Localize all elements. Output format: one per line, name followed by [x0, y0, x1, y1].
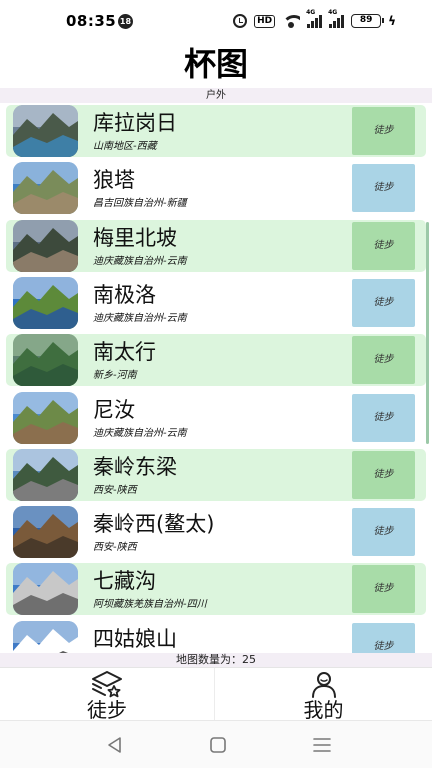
bottom-nav: 徒步 我的 — [0, 667, 432, 722]
hiking-tag-button[interactable]: 徒步 — [352, 222, 415, 270]
list-item[interactable]: 南太行新乡-河南 徒步 — [6, 334, 426, 386]
back-icon[interactable] — [104, 735, 126, 755]
wifi-icon — [282, 14, 301, 28]
hiking-tag-button[interactable]: 徒步 — [352, 623, 415, 653]
list-item[interactable]: 库拉岗日山南地区-西藏 徒步 — [6, 105, 426, 157]
list-item[interactable]: 七藏沟阿坝藏族羌族自治州-四川 徒步 — [6, 563, 426, 615]
map-region: 山南地区-西藏 — [93, 141, 157, 152]
layers-star-icon — [92, 671, 122, 698]
nav-tab-hiking-label: 徒步 — [87, 698, 127, 722]
map-thumbnail[interactable] — [13, 105, 78, 157]
map-name: 七藏沟 — [93, 569, 156, 593]
map-name: 秦岭西(鳌太) — [93, 512, 215, 536]
hiking-tag-button[interactable]: 徒步 — [352, 451, 415, 499]
list-item[interactable]: 四姑娘山 徒步 — [6, 621, 426, 653]
hiking-tag-button[interactable]: 徒步 — [352, 164, 415, 212]
nav-tab-profile-label: 我的 — [303, 698, 344, 722]
map-thumbnail[interactable] — [13, 621, 78, 653]
nav-tab-hiking[interactable]: 徒步 — [0, 668, 215, 722]
system-nav-bar — [0, 720, 432, 768]
charging-icon: ϟ — [388, 14, 396, 28]
map-thumbnail[interactable] — [13, 392, 78, 444]
signal-icon: 4G — [328, 9, 345, 28]
scrollbar[interactable] — [426, 222, 429, 444]
map-name: 梅里北坡 — [93, 226, 177, 250]
hiking-tag-button[interactable]: 徒步 — [352, 279, 415, 327]
network-type-label: 4G — [328, 8, 338, 16]
notification-badge: 18 — [118, 14, 133, 29]
map-region: 迪庆藏族自治州-云南 — [93, 313, 187, 324]
network-type-label: 4G — [306, 8, 316, 16]
status-time: 08:35 — [66, 12, 117, 30]
map-name: 四姑娘山 — [93, 627, 177, 651]
list-item[interactable]: 南极洛迪庆藏族自治州-云南 徒步 — [6, 277, 426, 329]
map-thumbnail[interactable] — [13, 563, 78, 615]
map-thumbnail[interactable] — [13, 277, 78, 329]
map-region: 阿坝藏族羌族自治州-四川 — [93, 599, 207, 610]
home-icon[interactable] — [207, 735, 229, 755]
list-item[interactable]: 秦岭西(鳌太) 西安-陕西 徒步 — [6, 506, 426, 558]
map-region: 西安-陕西 — [93, 485, 137, 496]
map-name: 南太行 — [93, 340, 156, 364]
map-count: 地图数量为：25 — [0, 653, 432, 667]
map-list[interactable]: 库拉岗日 山南地区-西藏 徒步 狼塔 昌吉回族自治州-新疆 徒步 梅里北坡 迪庆藏族自治州-云… — [6, 105, 426, 653]
hiking-tag-button[interactable]: 徒步 — [352, 107, 415, 155]
app-title: 杯图 — [183, 45, 248, 83]
hd-voice-icon: HD — [254, 14, 276, 28]
menu-icon[interactable] — [311, 735, 333, 755]
battery-icon: 89 — [351, 14, 385, 28]
signal-icon: 4G — [306, 9, 323, 28]
map-name: 库拉岗日 — [93, 111, 177, 135]
map-thumbnail[interactable] — [13, 220, 78, 272]
map-thumbnail[interactable] — [13, 162, 78, 214]
map-name: 秦岭东梁 — [93, 455, 177, 479]
nav-tab-profile[interactable]: 我的 — [216, 668, 431, 722]
map-region: 西安-陕西 — [93, 542, 137, 553]
map-region: 迪庆藏族自治州-云南 — [93, 428, 187, 439]
hiking-tag-button[interactable]: 徒步 — [352, 565, 415, 613]
alarm-icon — [233, 14, 248, 28]
map-thumbnail[interactable] — [13, 506, 78, 558]
hiking-tag-button[interactable]: 徒步 — [352, 394, 415, 442]
map-name: 狼塔 — [93, 168, 135, 192]
list-item[interactable]: 梅里北坡迪庆藏族自治州-云南 徒步 — [6, 220, 426, 272]
status-icons: HD 4G 4G 89 ϟ — [233, 9, 396, 30]
hiking-tag-button[interactable]: 徒步 — [352, 336, 415, 384]
map-region: 昌吉回族自治州-新疆 — [93, 198, 187, 209]
map-name: 尼汝 — [93, 398, 135, 422]
status-bar: 08:35 18 HD 4G 4G 89 ϟ — [0, 0, 432, 38]
map-thumbnail[interactable] — [13, 449, 78, 501]
map-thumbnail[interactable] — [13, 334, 78, 386]
list-item[interactable]: 尼汝迪庆藏族自治州-云南 徒步 — [6, 392, 426, 444]
user-icon — [311, 672, 336, 698]
list-item[interactable]: 狼塔昌吉回族自治州-新疆 徒步 — [6, 162, 426, 214]
map-region: 新乡-河南 — [93, 370, 137, 381]
category-label: 户外 — [0, 88, 432, 103]
map-region: 迪庆藏族自治州-云南 — [93, 256, 187, 267]
map-name: 南极洛 — [93, 283, 156, 307]
list-item[interactable]: 秦岭东梁西安-陕西 徒步 — [6, 449, 426, 501]
hiking-tag-button[interactable]: 徒步 — [352, 508, 415, 556]
